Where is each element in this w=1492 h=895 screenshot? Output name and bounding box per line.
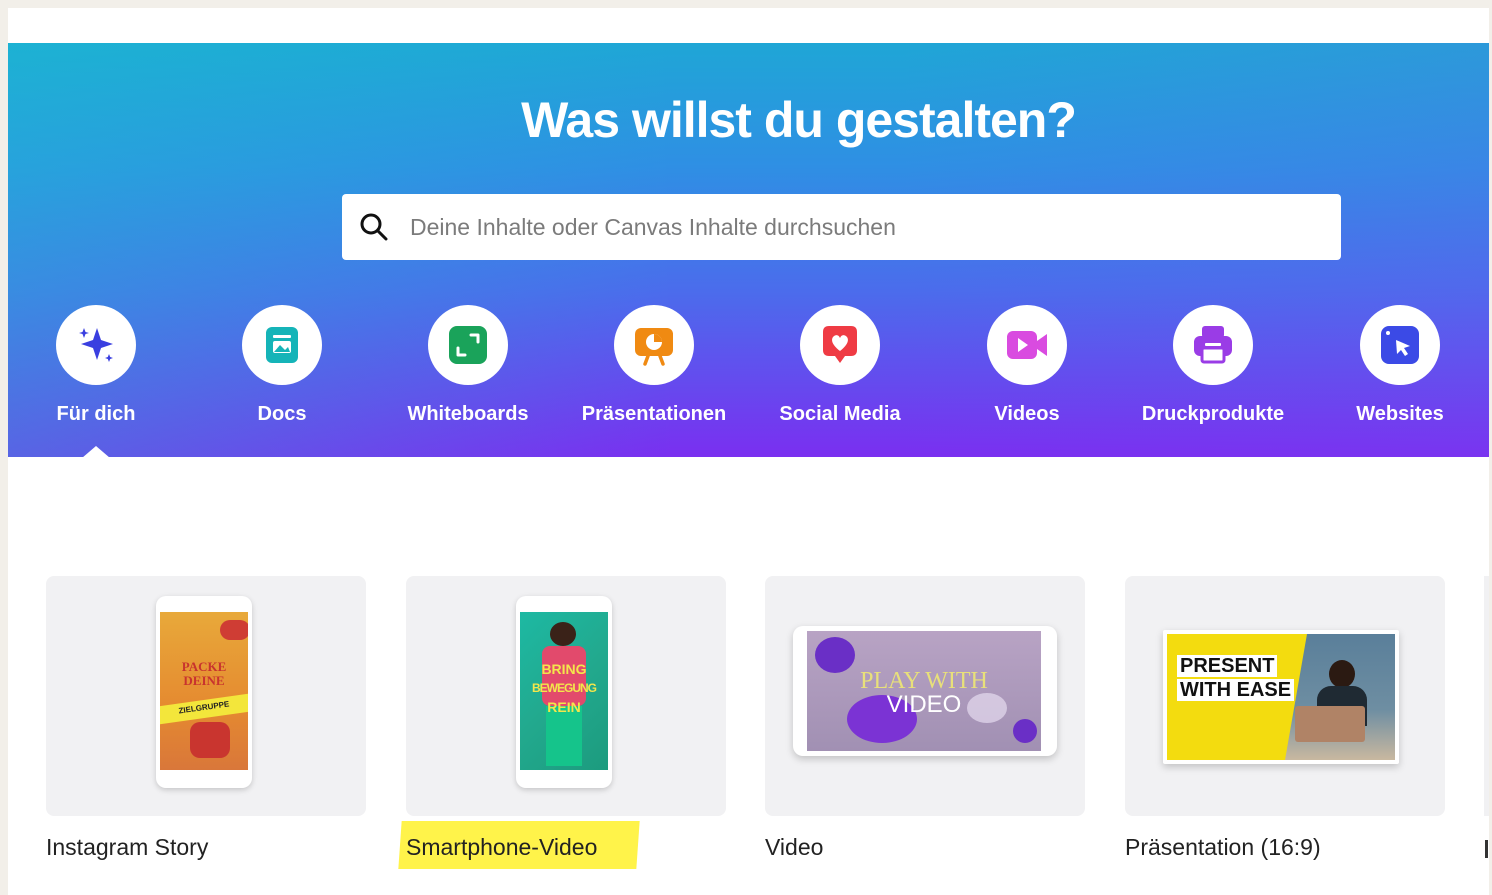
- category-label: Social Media: [779, 403, 901, 425]
- doc-icon: [266, 327, 298, 363]
- phone-mockup: PACKE DEINE ZIELGRUPPE: [156, 596, 252, 788]
- art-text: WITH EASE: [1177, 679, 1295, 701]
- template-label[interactable]: Instagram Story: [46, 834, 208, 861]
- app-frame: Was willst du gestalten? Für dich: [8, 8, 1489, 895]
- category-label: Videos: [994, 403, 1060, 425]
- next-card-label-stub: [1485, 840, 1488, 858]
- template-label[interactable]: Smartphone-Video: [406, 834, 597, 861]
- category-praesentationen[interactable]: Präsentationen: [564, 305, 744, 426]
- story-art-line: DEINE: [183, 673, 225, 688]
- category-circle[interactable]: [1173, 305, 1253, 385]
- template-card-praesentation[interactable]: PRESENT WITH EASE Präsentation (16:9): [1125, 576, 1445, 860]
- heart-icon: [823, 326, 857, 363]
- landscape-mockup: PLAY WITH VIDEO: [793, 626, 1057, 756]
- story-art-line: PACKE: [181, 659, 227, 674]
- video-art-line: VIDEO: [886, 691, 962, 718]
- category-circle[interactable]: [987, 305, 1067, 385]
- landscape-mockup: PRESENT WITH EASE: [1163, 630, 1399, 764]
- presentation-art-line: WITH EASE: [1177, 679, 1295, 701]
- video-art-line: BRING: [541, 661, 587, 677]
- search-bar[interactable]: [342, 194, 1341, 260]
- active-category-indicator: [82, 446, 110, 458]
- category-circle[interactable]: [800, 305, 880, 385]
- template-label[interactable]: Video: [765, 834, 823, 861]
- category-circle[interactable]: [242, 305, 322, 385]
- category-nav: Für dich Docs Whiteboards Präsentationen…: [8, 305, 1489, 445]
- preview-image: BRING BEWEGUNG REIN: [520, 612, 608, 770]
- template-card-video[interactable]: PLAY WITH VIDEO Video: [765, 576, 1085, 860]
- preview-image: PACKE DEINE ZIELGRUPPE: [160, 612, 248, 770]
- search-icon[interactable]: [358, 211, 390, 243]
- printer-icon: [1194, 326, 1232, 364]
- art-text: PRESENT: [1177, 655, 1278, 677]
- template-thumbnail[interactable]: PACKE DEINE ZIELGRUPPE: [46, 576, 366, 816]
- category-fuer-dich[interactable]: Für dich: [8, 305, 186, 426]
- category-circle[interactable]: [1360, 305, 1440, 385]
- video-art-line: PLAY WITH: [860, 668, 988, 694]
- template-card-instagram-story[interactable]: PACKE DEINE ZIELGRUPPE Instagram Story: [46, 576, 366, 860]
- phone-mockup: BRING BEWEGUNG REIN: [516, 596, 612, 788]
- template-label[interactable]: Präsentation (16:9): [1125, 834, 1321, 861]
- category-docs[interactable]: Docs: [192, 305, 372, 426]
- hero-title: Was willst du gestalten?: [521, 92, 1077, 148]
- category-websites[interactable]: Websites: [1310, 305, 1489, 426]
- search-input[interactable]: [408, 206, 1341, 248]
- category-circle[interactable]: [56, 305, 136, 385]
- category-circle[interactable]: [428, 305, 508, 385]
- category-label: Präsentationen: [581, 403, 727, 425]
- category-label: Druckprodukte: [1141, 403, 1285, 425]
- category-circle[interactable]: [614, 305, 694, 385]
- video-art-line: BEWEGUNG: [532, 681, 597, 695]
- category-videos[interactable]: Videos: [937, 305, 1117, 426]
- video-camera-icon: [1007, 331, 1047, 359]
- category-social-media[interactable]: Social Media: [750, 305, 930, 426]
- preview-image: PRESENT WITH EASE: [1167, 634, 1395, 760]
- category-label: Für dich: [56, 403, 136, 425]
- next-card-stub[interactable]: [1484, 576, 1489, 816]
- category-druckprodukte[interactable]: Druckprodukte: [1123, 305, 1303, 426]
- template-thumbnail[interactable]: PRESENT WITH EASE: [1125, 576, 1445, 816]
- presentation-art-line: PRESENT: [1177, 655, 1278, 677]
- category-label: Whiteboards: [407, 403, 529, 425]
- category-whiteboards[interactable]: Whiteboards: [378, 305, 558, 426]
- template-card-smartphone-video[interactable]: BRING BEWEGUNG REIN Smartphone-Video: [398, 576, 726, 869]
- preview-image: PLAY WITH VIDEO: [807, 631, 1041, 751]
- template-thumbnail[interactable]: PLAY WITH VIDEO: [765, 576, 1085, 816]
- template-thumbnail[interactable]: BRING BEWEGUNG REIN: [406, 576, 726, 816]
- whiteboard-icon: [449, 326, 487, 364]
- category-label: Docs: [257, 403, 307, 425]
- video-art-line: REIN: [547, 699, 581, 715]
- hero-banner: Was willst du gestalten? Für dich: [8, 43, 1489, 457]
- cursor-icon: [1381, 326, 1419, 364]
- presentation-icon: [635, 328, 673, 366]
- template-list: PACKE DEINE ZIELGRUPPE Instagram Story B…: [8, 576, 1489, 895]
- sparkles-icon: [79, 328, 113, 362]
- category-label: Websites: [1356, 403, 1444, 425]
